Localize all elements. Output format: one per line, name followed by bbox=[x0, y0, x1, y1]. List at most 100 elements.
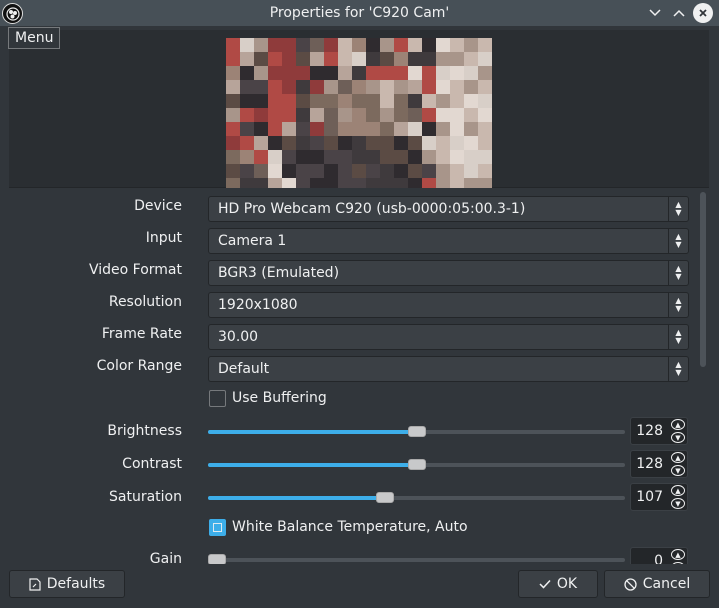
preview-pixel bbox=[240, 94, 254, 108]
preview-pixel bbox=[338, 122, 352, 136]
scrollbar-thumb[interactable] bbox=[700, 192, 706, 367]
preview-pixel bbox=[324, 52, 338, 66]
preview-pixel bbox=[450, 178, 464, 188]
preview-pixel bbox=[394, 66, 408, 80]
menu-tooltip: Menu bbox=[8, 27, 61, 49]
preview-pixel bbox=[436, 108, 450, 122]
saturation-spinbox[interactable]: 107 ▲ ▼ bbox=[630, 483, 688, 511]
saturation-slider[interactable] bbox=[208, 492, 625, 503]
frame-rate-label: Frame Rate bbox=[101, 326, 182, 342]
input-label: Input bbox=[145, 230, 182, 246]
properties-form: Device HD Pro Webcam C920 (usb-0000:05:0… bbox=[0, 192, 719, 564]
spin-down-icon[interactable]: ▼ bbox=[671, 465, 685, 476]
obs-app-icon[interactable] bbox=[2, 3, 23, 24]
preview-pixel bbox=[282, 80, 296, 94]
preview-pixel bbox=[422, 108, 436, 122]
preview-pixel bbox=[464, 80, 478, 94]
contrast-slider-handle[interactable] bbox=[407, 459, 426, 470]
video-format-select[interactable]: BGR3 (Emulated) ▲ ▼ bbox=[208, 260, 689, 286]
video-format-label: Video Format bbox=[88, 262, 182, 278]
preview-pixel bbox=[366, 136, 380, 150]
input-select[interactable]: Camera 1 ▲ ▼ bbox=[208, 228, 689, 254]
preview-pixel bbox=[352, 94, 366, 108]
preview-pixel bbox=[240, 66, 254, 80]
contrast-slider[interactable] bbox=[208, 459, 625, 470]
color-range-select[interactable]: Default ▲ ▼ bbox=[208, 356, 689, 382]
preview-pixel bbox=[366, 178, 380, 188]
white-balance-auto-checkbox[interactable] bbox=[209, 519, 226, 536]
ok-button[interactable]: OK bbox=[518, 570, 598, 598]
preview-pixel bbox=[310, 94, 324, 108]
preview-pixel bbox=[226, 136, 240, 150]
brightness-slider-handle[interactable] bbox=[407, 426, 426, 437]
device-select[interactable]: HD Pro Webcam C920 (usb-0000:05:00.3-1) … bbox=[208, 196, 689, 222]
spin-down-icon[interactable]: ▼ bbox=[671, 498, 685, 509]
preview-pixel bbox=[422, 66, 436, 80]
preview-pixel bbox=[338, 150, 352, 164]
preview-pixel bbox=[352, 164, 366, 178]
contrast-label: Contrast bbox=[122, 456, 182, 472]
gain-spinbox[interactable]: 0 ▲ ▼ bbox=[630, 547, 688, 564]
brightness-slider[interactable] bbox=[208, 426, 625, 437]
preview-pixel bbox=[478, 66, 492, 80]
preview-pixel bbox=[240, 164, 254, 178]
check-icon bbox=[539, 579, 551, 589]
preview-pixel bbox=[394, 136, 408, 150]
obs-logo-icon bbox=[5, 6, 20, 21]
spin-up-icon[interactable]: ▲ bbox=[671, 419, 685, 430]
preview-pixel bbox=[268, 52, 282, 66]
gain-slider[interactable] bbox=[208, 554, 625, 564]
saturation-slider-handle[interactable] bbox=[375, 492, 394, 503]
contrast-spinbox[interactable]: 128 ▲ ▼ bbox=[630, 450, 688, 478]
gain-slider-handle[interactable] bbox=[208, 554, 226, 564]
preview-pixel bbox=[436, 52, 450, 66]
brightness-spinbox[interactable]: 128 ▲ ▼ bbox=[630, 417, 688, 445]
minimize-icon[interactable] bbox=[645, 3, 665, 23]
preview-pixel bbox=[408, 66, 422, 80]
spin-up-icon[interactable]: ▲ bbox=[671, 549, 685, 560]
preview-pixel bbox=[254, 38, 268, 52]
preview-pixel bbox=[296, 94, 310, 108]
preview-pixel bbox=[268, 66, 282, 80]
preview-pixel bbox=[254, 150, 268, 164]
preview-pixel bbox=[324, 164, 338, 178]
spin-down-icon[interactable]: ▼ bbox=[671, 562, 685, 564]
preview-pixel bbox=[478, 94, 492, 108]
input-row: Input Camera 1 ▲ ▼ bbox=[0, 226, 700, 254]
preview-pixel bbox=[324, 108, 338, 122]
preview-pixel bbox=[352, 52, 366, 66]
preview-pixel bbox=[478, 136, 492, 150]
resolution-select[interactable]: 1920x1080 ▲ ▼ bbox=[208, 292, 689, 318]
frame-rate-select[interactable]: 30.00 ▲ ▼ bbox=[208, 324, 689, 350]
preview-pixel bbox=[310, 150, 324, 164]
preview-pixel bbox=[478, 80, 492, 94]
use-buffering-row: Use Buffering bbox=[0, 388, 700, 416]
defaults-button[interactable]: Defaults bbox=[9, 570, 125, 598]
form-scrollbar[interactable] bbox=[700, 192, 708, 562]
maximize-icon[interactable] bbox=[669, 3, 689, 23]
preview-pixel bbox=[268, 38, 282, 52]
preview-pixel bbox=[408, 108, 422, 122]
preview-pixel bbox=[226, 94, 240, 108]
preview-pixel bbox=[282, 178, 296, 188]
preview-pixel bbox=[268, 122, 282, 136]
preview-pixel bbox=[436, 178, 450, 188]
preview-pixel bbox=[226, 108, 240, 122]
preview-pixel bbox=[478, 178, 492, 188]
spin-up-icon[interactable]: ▲ bbox=[671, 485, 685, 496]
cancel-button[interactable]: Cancel bbox=[604, 570, 710, 598]
use-buffering-checkbox[interactable] bbox=[209, 390, 226, 407]
white-balance-row: White Balance Temperature, Auto bbox=[0, 516, 700, 544]
close-icon[interactable] bbox=[693, 3, 713, 23]
preview-pixel bbox=[436, 38, 450, 52]
preview-pixel bbox=[436, 150, 450, 164]
preview-pixel bbox=[366, 150, 380, 164]
preview-pixel bbox=[338, 66, 352, 80]
preview-pixel bbox=[268, 136, 282, 150]
spin-down-icon[interactable]: ▼ bbox=[671, 432, 685, 443]
cancel-icon bbox=[624, 577, 637, 591]
preview-pixel bbox=[324, 122, 338, 136]
saturation-row: Saturation 107 ▲ ▼ bbox=[0, 483, 700, 511]
preview-pixel bbox=[464, 164, 478, 178]
spin-up-icon[interactable]: ▲ bbox=[671, 452, 685, 463]
